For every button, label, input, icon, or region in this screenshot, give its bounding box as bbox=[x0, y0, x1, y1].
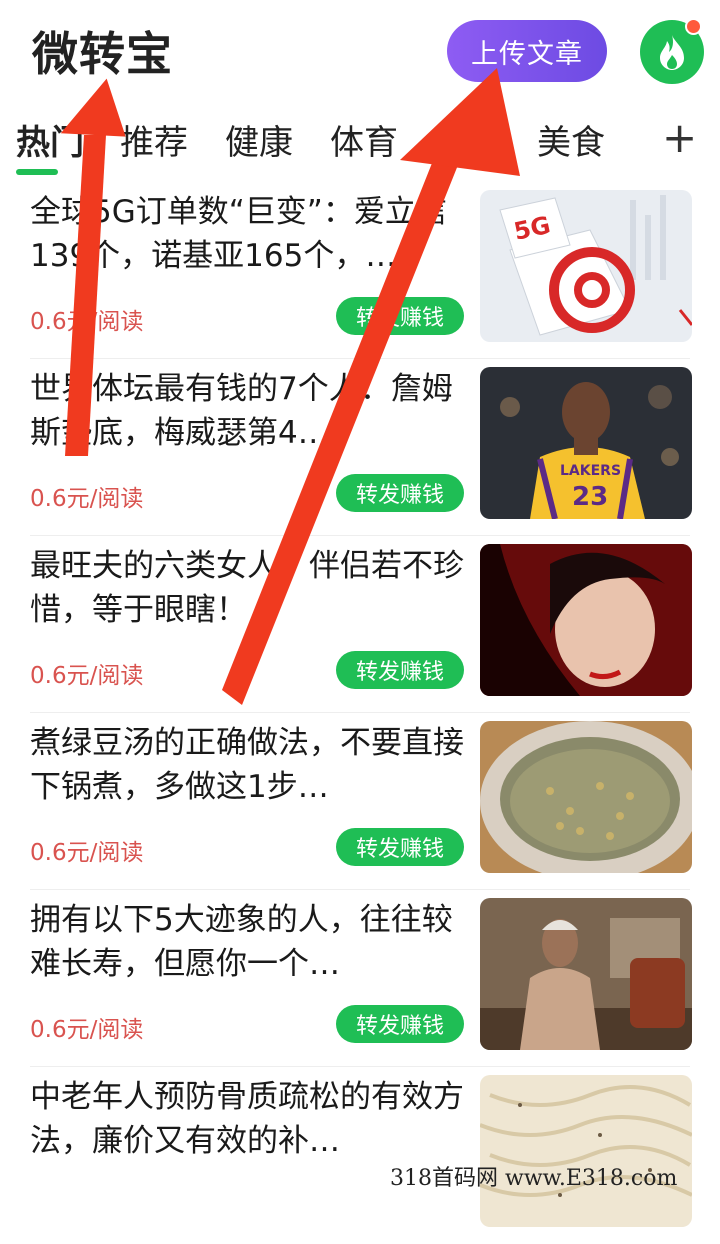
share-earn-button[interactable]: 转发赚钱 bbox=[336, 651, 464, 689]
jersey-team-text: LAKERS bbox=[560, 463, 621, 479]
app-title: 微转宝 bbox=[32, 27, 173, 81]
article-title[interactable]: 拥有以下5大迹象的人，往往较难长寿，但愿你一个… bbox=[30, 898, 470, 986]
article-title[interactable]: 世界体坛最有钱的7个人：詹姆斯垫底，梅威瑟第4… bbox=[30, 367, 470, 455]
tab-food[interactable]: 美食 bbox=[537, 115, 605, 164]
read-price: 0.6元/阅读 bbox=[30, 486, 144, 512]
article-title[interactable]: 全球5G订单数“巨变”：爱立信139个，诺基亚165个，… bbox=[30, 190, 470, 278]
article-thumbnail[interactable]: LAKERS 23 bbox=[480, 367, 692, 519]
share-earn-button[interactable]: 转发赚钱 bbox=[336, 1005, 464, 1043]
share-earn-button[interactable]: 转发赚钱 bbox=[336, 297, 464, 335]
category-tabs: 热门 推荐 健康 体育 美食 + bbox=[0, 105, 720, 180]
tab-health[interactable]: 健康 bbox=[225, 115, 293, 164]
article-title[interactable]: 中老年人预防骨质疏松的有效方法，廉价又有效的补… bbox=[30, 1075, 470, 1163]
article-title[interactable]: 最旺夫的六类女人，伴侣若不珍惜，等于眼瞎！ bbox=[30, 544, 470, 632]
article-thumbnail[interactable] bbox=[480, 1075, 692, 1227]
article-item[interactable]: 全球5G订单数“巨变”：爱立信139个，诺基亚165个，… 0.6元/阅读 转发… bbox=[0, 182, 720, 359]
article-thumbnail[interactable] bbox=[480, 544, 692, 696]
share-earn-button[interactable]: 转发赚钱 bbox=[336, 474, 464, 512]
article-item[interactable]: 世界体坛最有钱的7个人：詹姆斯垫底，梅威瑟第4… 0.6元/阅读 转发赚钱 LA… bbox=[0, 359, 720, 536]
share-earn-button[interactable]: 转发赚钱 bbox=[336, 828, 464, 866]
article-thumbnail[interactable] bbox=[480, 721, 692, 873]
read-price: 0.6元/阅读 bbox=[30, 663, 144, 689]
fire-icon bbox=[660, 35, 684, 70]
article-item[interactable]: 拥有以下5大迹象的人，往往较难长寿，但愿你一个… 0.6元/阅读 转发赚钱 bbox=[0, 890, 720, 1067]
article-item[interactable]: 煮绿豆汤的正确做法，不要直接下锅煮，多做这1步… 0.6元/阅读 转发赚钱 bbox=[0, 713, 720, 890]
article-item[interactable]: 中老年人预防骨质疏松的有效方法，廉价又有效的补… bbox=[0, 1067, 720, 1244]
tab-hot[interactable]: 热门 bbox=[16, 115, 84, 164]
watermark: 318首码网 www.E318.com bbox=[390, 1166, 678, 1191]
tab-recommend[interactable]: 推荐 bbox=[120, 115, 188, 164]
read-price: 0.6元/阅读 bbox=[30, 840, 144, 866]
read-price: 0.6元/阅读 bbox=[30, 1017, 144, 1043]
top-bar: 微转宝 上传文章 bbox=[0, 0, 720, 100]
active-tab-indicator bbox=[16, 169, 58, 175]
jersey-number-text: 23 bbox=[572, 482, 608, 512]
article-item[interactable]: 最旺夫的六类女人，伴侣若不珍惜，等于眼瞎！ 0.6元/阅读 转发赚钱 bbox=[0, 536, 720, 713]
article-title[interactable]: 煮绿豆汤的正确做法，不要直接下锅煮，多做这1步… bbox=[30, 721, 470, 809]
article-thumbnail[interactable] bbox=[480, 898, 692, 1050]
read-price: 0.6元/阅读 bbox=[30, 309, 144, 335]
upload-article-button[interactable]: 上传文章 bbox=[447, 20, 607, 82]
notification-dot bbox=[685, 18, 702, 35]
fire-button[interactable] bbox=[640, 18, 704, 84]
article-thumbnail[interactable]: 5G bbox=[480, 190, 692, 342]
tab-sports[interactable]: 体育 bbox=[330, 115, 398, 164]
add-tab-button[interactable]: + bbox=[662, 113, 697, 162]
